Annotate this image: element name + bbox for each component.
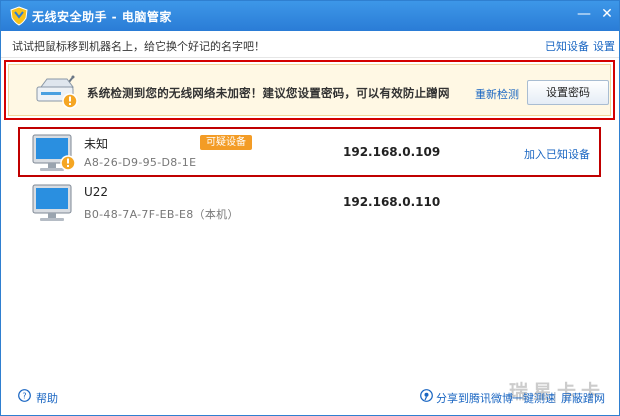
speed-test-link[interactable]: 一键测速 [512,390,556,406]
pc-warning-icon [32,134,76,171]
weibo-share-icon [420,389,433,402]
warning-message: 系统检测到您的无线网络未加密！建议您设置密码，可以有效防止蹭网 [87,86,450,100]
device-name[interactable]: U22 [84,185,108,199]
known-devices-link[interactable]: 已知设备 [545,38,589,54]
warning-highlight: 系统检测到您的无线网络未加密！建议您设置密码，可以有效防止蹭网 重新检测 设置密… [4,60,615,120]
device-row[interactable]: U22 B0-48-7A-7F-EB-E8（本机） 192.168.0.110 [18,179,603,227]
suspicious-badge: 可疑设备 [200,135,252,150]
settings-link[interactable]: 设置 [593,38,615,54]
device-ip: 192.168.0.109 [343,145,441,159]
separator: | [553,390,557,403]
window-title: 无线安全助手 - 电脑管家 [32,10,172,24]
svg-text:?: ? [22,392,26,401]
warning-banner: 系统检测到您的无线网络未加密！建议您设置密码，可以有效防止蹭网 重新检测 设置密… [8,64,611,116]
device-ip: 192.168.0.110 [343,195,441,209]
minimize-button[interactable]: — [573,3,595,25]
hint-text: 试试把鼠标移到机器名上，给它换个好记的名字吧！ [12,40,265,53]
set-password-button[interactable]: 设置密码 [527,80,609,105]
help-link[interactable]: 帮助 [36,390,58,406]
device-mac: B0-48-7A-7F-EB-E8（本机） [84,208,239,221]
device-mac: A8-26-D9-95-D8-1E [84,156,197,169]
title-bar: 无线安全助手 - 电脑管家 — ✕ [1,1,619,31]
app-window: 无线安全助手 - 电脑管家 — ✕ 试试把鼠标移到机器名上，给它换个好记的名字吧… [0,0,620,416]
router-warning-icon [36,75,78,109]
pc-icon [32,184,72,221]
device-row[interactable]: 未知 可疑设备 A8-26-D9-95-D8-1E 192.168.0.109 … [18,129,603,177]
block-freeloader-link[interactable]: 屏蔽蹭网 [561,390,605,406]
shield-logo-icon [10,6,28,26]
bottom-bar: ? 帮助 瑞星卡卡 分享到腾讯微博 一键测速 | 屏蔽蹭网 [1,377,619,415]
close-button[interactable]: ✕ [596,3,618,25]
device-name[interactable]: 未知 [84,135,108,152]
hint-bar: 试试把鼠标移到机器名上，给它换个好记的名字吧！ 已知设备 设置 [1,31,619,58]
help-icon: ? [18,389,31,402]
share-weibo-link[interactable]: 分享到腾讯微博 [436,390,513,406]
add-known-device-link[interactable]: 加入已知设备 [524,146,590,162]
recheck-link[interactable]: 重新检测 [475,86,519,102]
